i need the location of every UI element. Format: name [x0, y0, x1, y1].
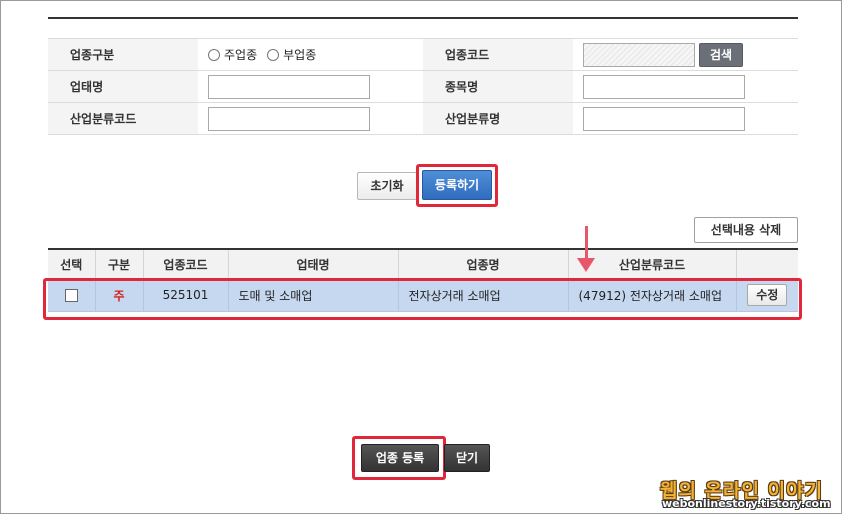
table-header-row: 선택 구분 업종코드 업태명 업종명 산업분류코드 — [48, 248, 798, 280]
item-name-input[interactable] — [583, 74, 745, 99]
industry-register-button[interactable]: 업종 등록 — [361, 444, 439, 472]
industrial-name-input[interactable] — [583, 106, 745, 131]
top-divider — [48, 17, 798, 19]
close-button[interactable]: 닫기 — [444, 444, 490, 472]
industrial-name-label: 산업분류명 — [423, 102, 573, 135]
register-button[interactable]: 등록하기 — [422, 170, 492, 200]
arrow-head-icon — [577, 258, 595, 272]
industry-type-label: 업종구분 — [48, 38, 198, 71]
radio-main-industry[interactable]: 주업종 — [208, 46, 257, 63]
reset-button[interactable]: 초기화 — [357, 172, 417, 200]
header-action — [736, 248, 798, 280]
radio-main-label: 주업종 — [224, 48, 258, 62]
industrial-code-input[interactable] — [208, 106, 370, 131]
radio-button[interactable] — [267, 48, 280, 61]
header-type: 구분 — [95, 248, 144, 280]
watermark-url: webonlinestory.tistory.com — [662, 497, 831, 510]
industry-type-radio-group: 주업종 부업종 — [208, 46, 423, 63]
row-highlight — [43, 278, 802, 320]
radio-button[interactable] — [208, 48, 220, 61]
industry-form: 업종구분 주업종 부업종 업종코드 검색 업태명 종목명 산업분류코드 산업분류… — [48, 38, 798, 135]
delete-selected-button[interactable]: 선택내용 삭제 — [694, 217, 798, 243]
item-name-label: 종목명 — [423, 70, 573, 103]
business-type-label: 업태명 — [48, 70, 198, 103]
header-industry-code: 업종코드 — [143, 248, 229, 280]
business-type-input[interactable] — [208, 74, 370, 99]
search-button[interactable]: 검색 — [699, 42, 744, 67]
header-select: 선택 — [48, 248, 96, 280]
radio-sub-industry[interactable]: 부업종 — [267, 46, 316, 63]
radio-sub-label: 부업종 — [283, 48, 317, 62]
header-business-type: 업태명 — [228, 248, 399, 280]
industry-code-input[interactable] — [583, 42, 695, 67]
industry-code-label: 업종코드 — [423, 38, 573, 71]
header-industry-name: 업종명 — [398, 248, 569, 280]
industrial-code-label: 산업분류코드 — [48, 102, 198, 135]
arrow-down-icon — [585, 226, 588, 262]
